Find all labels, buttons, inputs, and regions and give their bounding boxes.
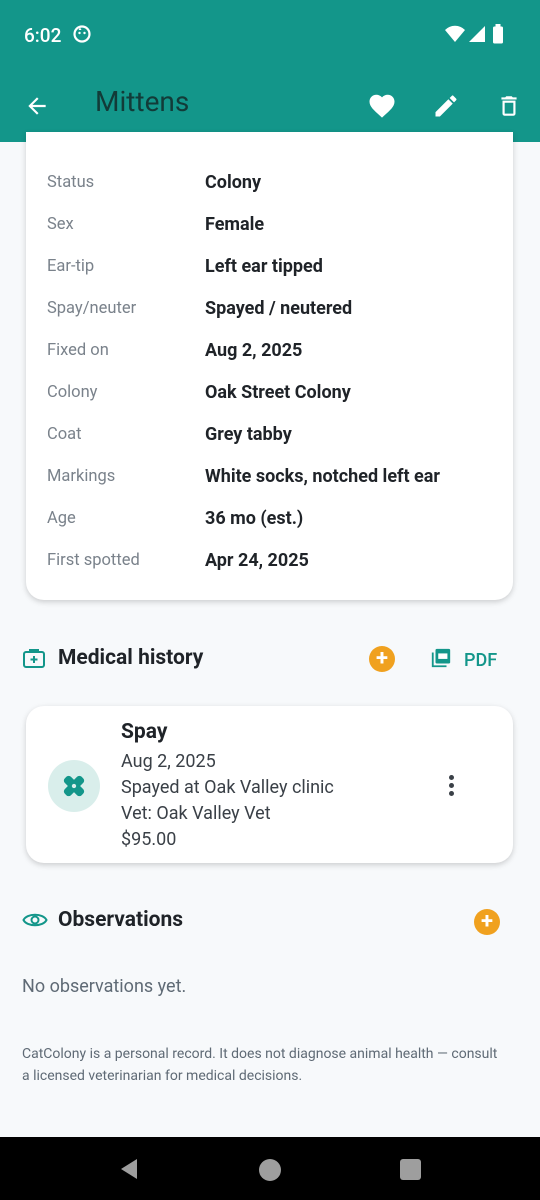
detail-row-age: Age 36 mo (est.)	[47, 505, 497, 535]
detail-label: First spotted	[47, 551, 140, 570]
medical-entry-date: Aug 2, 2025	[121, 751, 216, 772]
detail-label: Markings	[47, 467, 116, 486]
add-observation-button[interactable]: +	[474, 909, 500, 935]
nav-home-icon[interactable]	[258, 1158, 282, 1186]
bandage-icon	[48, 760, 100, 812]
detail-row-first-spotted: First spotted Apr 24, 2025	[47, 547, 497, 577]
detail-value: Female	[205, 214, 265, 235]
detail-value: Oak Street Colony	[205, 382, 351, 403]
status-time: 6:02	[24, 24, 62, 47]
detail-value: Apr 24, 2025	[205, 550, 309, 571]
status-bar: 6:02	[0, 0, 540, 70]
back-arrow-icon[interactable]	[19, 88, 55, 124]
medical-entry-vet: Vet: Oak Valley Vet	[121, 803, 271, 824]
detail-row-markings: Markings White socks, notched left ear	[47, 463, 497, 493]
nav-recents-icon[interactable]	[400, 1159, 421, 1184]
detail-row-status: Status Colony	[47, 169, 497, 199]
medical-history-header: Medical history + PDF	[22, 640, 522, 680]
battery-icon	[492, 24, 504, 48]
favorite-heart-icon[interactable]	[364, 88, 400, 124]
detail-label: Age	[47, 509, 76, 528]
detail-label: Spay/neuter	[47, 299, 137, 318]
disclaimer-text: CatColony is a personal record. It does …	[22, 1046, 498, 1084]
detail-row-ear-tip: Ear-tip Left ear tipped	[47, 253, 497, 283]
medical-entry-title: Spay	[121, 720, 168, 744]
page-title: Mittens	[95, 85, 190, 118]
detail-row-colony: Colony Oak Street Colony	[47, 379, 497, 409]
detail-label: Sex	[47, 215, 74, 234]
detail-label: Ear-tip	[47, 257, 95, 276]
detail-row-spay-neuter: Spay/neuter Spayed / neutered	[47, 295, 497, 325]
detail-label: Coat	[47, 425, 82, 444]
edit-pencil-icon[interactable]	[428, 88, 464, 124]
detail-label: Fixed on	[47, 341, 109, 360]
medical-entry-card[interactable]: Spay Aug 2, 2025 Spayed at Oak Valley cl…	[26, 706, 513, 863]
observations-header: Observations +	[22, 902, 522, 942]
cat-details-card: Status Colony Sex Female Ear-tip Left ea…	[26, 132, 513, 600]
detail-value: White socks, notched left ear	[205, 466, 440, 487]
eye-icon	[22, 908, 48, 936]
detail-label: Status	[47, 173, 95, 192]
medical-entry-cost: $95.00	[121, 829, 177, 850]
detail-row-sex: Sex Female	[47, 211, 497, 241]
detail-value: Aug 2, 2025	[205, 340, 303, 361]
detail-row-fixed-on: Fixed on Aug 2, 2025	[47, 337, 497, 367]
delete-trash-icon[interactable]	[491, 88, 527, 124]
add-icon: +	[376, 646, 388, 671]
observations-title: Observations	[58, 908, 184, 932]
medical-history-title: Medical history	[58, 646, 204, 670]
medical-entry-note: Spayed at Oak Valley clinic	[121, 777, 334, 798]
detail-value: 36 mo (est.)	[205, 508, 304, 529]
nav-back-icon[interactable]	[118, 1157, 140, 1185]
observations-empty-text: No observations yet.	[22, 976, 187, 997]
add-medical-button[interactable]: +	[369, 646, 395, 672]
medical-kit-icon	[22, 646, 46, 674]
pdf-label: PDF	[464, 649, 498, 671]
export-pdf-button[interactable]: PDF	[430, 646, 497, 674]
pdf-icon	[430, 647, 452, 673]
detail-row-coat: Coat Grey tabby	[47, 421, 497, 451]
add-icon: +	[481, 909, 493, 934]
detail-label: Colony	[47, 383, 98, 402]
notification-icon	[72, 24, 92, 48]
system-nav-bar	[0, 1137, 540, 1200]
detail-value: Grey tabby	[205, 424, 292, 445]
detail-value: Left ear tipped	[205, 256, 323, 277]
signal-icon	[468, 24, 486, 48]
more-options-icon[interactable]	[436, 772, 466, 802]
wifi-icon	[444, 24, 466, 48]
detail-value: Spayed / neutered	[205, 298, 353, 319]
detail-value: Colony	[205, 172, 262, 193]
